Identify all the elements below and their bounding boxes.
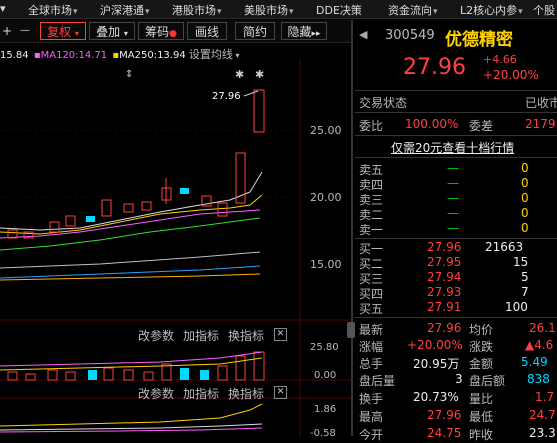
bid5-price: 27.91 xyxy=(427,300,462,314)
open-label: 今开 xyxy=(359,428,384,442)
bid5-vol: 100 xyxy=(505,300,528,314)
chg-value: ▲4.6 xyxy=(525,338,554,352)
bid4-vol: 7 xyxy=(521,285,529,299)
trade-status-label: 交易状态 xyxy=(359,96,408,110)
ask3-vol: 0 xyxy=(521,191,529,205)
kline-chart[interactable]: 27.96 ⇕ ✱ ✱ 25.00 20.00 15.00 25.80 0.00… xyxy=(0,0,352,436)
bid3-price: 27.94 xyxy=(427,270,462,284)
ind1-switch-indicator[interactable]: 换指标 xyxy=(228,327,264,344)
ind1-add-indicator[interactable]: 加指标 xyxy=(183,327,219,344)
vol-ratio-value: 1.7 xyxy=(535,390,555,404)
star-marker-1: ✱ xyxy=(235,68,244,81)
wc-value: 2179 xyxy=(525,117,556,131)
bid2-price: 27.95 xyxy=(427,255,462,269)
y-tick-15: 15.00 xyxy=(310,258,342,271)
avg-label: 均价 xyxy=(469,323,494,337)
bid2-vol: 15 xyxy=(513,255,529,269)
current-price: 27.96 xyxy=(403,55,466,80)
peak-price-label: 27.96 xyxy=(212,91,241,102)
ind1-change-params[interactable]: 改参数 xyxy=(138,327,174,344)
ask5-price: — xyxy=(447,161,459,175)
stock-name: 优德精密 xyxy=(445,30,513,50)
amount-value: 5.49 xyxy=(521,355,548,369)
ind2-tick-top: 1.86 xyxy=(314,404,336,415)
menu-stock[interactable]: 个股 xyxy=(533,2,555,18)
vol-label: 总手 xyxy=(359,357,384,371)
stock-code: 300549 xyxy=(385,28,435,43)
ind1-close-icon[interactable]: ✕ xyxy=(274,328,287,341)
ma-line-cyan xyxy=(0,251,261,269)
bid1-vol: 21663 xyxy=(485,240,524,254)
vol-value: 20.95万 xyxy=(413,357,460,371)
afterhours-value: 3 xyxy=(455,372,463,386)
bid1-price: 27.96 xyxy=(427,240,462,254)
open-value: 24.75 xyxy=(427,426,462,440)
wb-value: 100.00% xyxy=(405,117,459,131)
afterhours-label: 盘后量 xyxy=(359,374,396,388)
menu-fund-flow[interactable]: 资金流向▾ xyxy=(388,2,438,18)
amount-label: 金额 xyxy=(469,357,494,371)
latest-value: 27.96 xyxy=(427,321,462,335)
y-tick-20: 20.00 xyxy=(310,191,342,204)
event-marker: ⇕ xyxy=(125,69,133,80)
turnover-value: 20.73% xyxy=(413,390,459,404)
ask3-price: — xyxy=(447,191,459,205)
pct-value: +20.00% xyxy=(407,338,463,352)
afterhours-amt-label: 盘后额 xyxy=(469,374,506,388)
vol-ratio-label: 量比 xyxy=(469,392,494,406)
chg-label: 涨跌 xyxy=(469,340,494,354)
ask1-price: — xyxy=(447,221,459,235)
ma-line-white xyxy=(0,171,263,231)
ask1-vol: 0 xyxy=(521,221,529,235)
menu-l2[interactable]: L2核心内参▾ xyxy=(460,2,523,18)
high-label: 最高 xyxy=(359,410,384,424)
y-tick-25: 25.00 xyxy=(310,124,342,137)
ask2-price: — xyxy=(447,206,459,220)
ma-line-orange xyxy=(0,273,261,281)
quote-panel: ◀ 300549 优德精密 27.96 +4.66 +20.00% 交易状态 已… xyxy=(355,20,557,442)
volume-bars xyxy=(7,351,265,381)
prev-label: 昨收 xyxy=(469,428,494,442)
ask5-vol: 0 xyxy=(521,161,529,175)
bid3-vol: 5 xyxy=(521,270,529,284)
ind2-add-indicator[interactable]: 加指标 xyxy=(183,385,219,402)
turnover-label: 换手 xyxy=(359,392,384,406)
wc-label: 委差 xyxy=(469,119,494,133)
candles xyxy=(7,89,265,239)
ind1-tick-zero: 0.00 xyxy=(314,370,336,381)
ask4-vol: 0 xyxy=(521,176,529,190)
price-change: +4.66 xyxy=(483,53,517,66)
ind2-change-params[interactable]: 改参数 xyxy=(138,385,174,402)
collapse-handle[interactable] xyxy=(347,322,355,338)
bid4-price: 27.93 xyxy=(427,285,462,299)
panel-divider[interactable] xyxy=(351,20,353,436)
high-value: 27.96 xyxy=(427,408,462,422)
wb-label: 委比 xyxy=(359,119,384,133)
star-marker-2: ✱ xyxy=(255,68,264,81)
ask1-label: 卖一 xyxy=(359,223,384,237)
prev-value: 23.3 xyxy=(529,426,556,440)
bid5-label: 买五 xyxy=(359,302,384,316)
ind2-close-icon[interactable]: ✕ xyxy=(274,386,287,399)
prev-stock-arrow-icon[interactable]: ◀ xyxy=(359,28,367,41)
ma-line-blue xyxy=(0,265,261,279)
ind2-switch-indicator[interactable]: 换指标 xyxy=(228,385,264,402)
low-value: 24.7 xyxy=(529,408,556,422)
price-change-pct: +20.00% xyxy=(483,68,539,82)
ind2-tick-bottom: -0.58 xyxy=(310,428,336,436)
ask2-vol: 0 xyxy=(521,206,529,220)
low-label: 最低 xyxy=(469,410,494,424)
ask4-price: — xyxy=(447,176,459,190)
latest-label: 最新 xyxy=(359,323,384,337)
trade-status-value: 已收市 xyxy=(525,96,557,110)
ind1-tick-top: 25.80 xyxy=(310,342,339,353)
afterhours-amt-value: 838 xyxy=(527,372,550,386)
avg-value: 26.1 xyxy=(529,321,556,335)
pct-label: 涨幅 xyxy=(359,340,384,354)
ten-levels-link[interactable]: 仅需20元查看十档行情 xyxy=(391,139,514,156)
